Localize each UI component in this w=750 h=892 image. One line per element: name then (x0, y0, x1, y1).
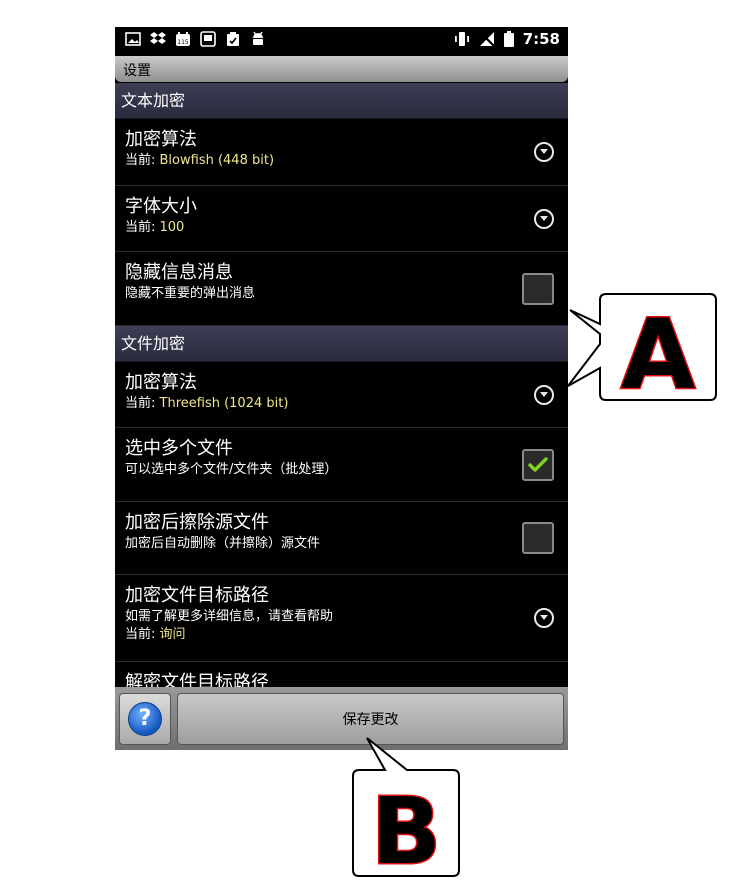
dropdown-arrow[interactable] (534, 384, 554, 405)
pref-title: 加密算法 (125, 129, 197, 150)
gallery-icon (200, 31, 216, 47)
title-bar: 设置 (115, 56, 568, 82)
pref-summary-prefix: 当前: (125, 153, 160, 168)
callout-a: A (567, 293, 717, 410)
no-signal-icon (478, 31, 495, 47)
pref-title: 字体大小 (125, 196, 197, 217)
chevron-down-icon (534, 208, 554, 229)
section-header-file-encryption: 文件加密 (115, 326, 568, 362)
pref-hide-messages[interactable]: 隐藏信息消息 隐藏不重要的弹出消息 (115, 252, 568, 326)
checkbox-checked[interactable] (522, 448, 554, 481)
notification-icons: 115 (125, 31, 266, 47)
dropdown-arrow[interactable] (534, 208, 554, 229)
settings-list[interactable]: 文本加密 加密算法 当前: Blowfish (448 bit) 字体大小 当前… (115, 83, 568, 687)
pref-current: 当前: 询问 (125, 626, 508, 644)
status-bar: 115 7:58 (115, 27, 568, 56)
bottom-bar: ? 保存更改 (115, 687, 568, 750)
screenshot-stage: 115 7:58 设置 文本加密 加密算法 当前: Blowfish (448 … (0, 0, 750, 892)
svg-text:115: 115 (177, 39, 189, 46)
callout-b: B (352, 737, 460, 880)
pref-summary: 当前: 100 (125, 219, 508, 237)
pref-text-algorithm[interactable]: 加密算法 当前: Blowfish (448 bit) (115, 119, 568, 186)
pref-value: Blowfish (448 bit) (159, 153, 275, 168)
checkbox-box (522, 448, 554, 481)
checkbox-unchecked[interactable] (522, 272, 554, 305)
pref-summary: 可以选中多个文件/文件夹（批处理） (125, 462, 338, 477)
pref-summary-prefix: 当前: (125, 220, 160, 235)
checkmark-icon (528, 456, 548, 472)
dropdown-arrow[interactable] (534, 608, 554, 628)
pref-title: 加密算法 (125, 372, 197, 393)
pref-file-algorithm[interactable]: 加密算法 当前: Threefish (1024 bit) (115, 362, 568, 428)
pref-title: 解密文件目标路径 (125, 672, 269, 687)
android-icon (253, 31, 263, 45)
pref-summary: 当前: Blowfish (448 bit) (125, 152, 508, 170)
pref-title: 加密文件目标路径 (125, 585, 269, 606)
help-button[interactable]: ? (119, 693, 171, 745)
pref-value: Threefish (1024 bit) (159, 396, 289, 411)
section-header-text-encryption: 文本加密 (115, 83, 568, 119)
image-icon (125, 32, 141, 46)
pref-value: 100 (159, 220, 185, 235)
pref-summary-prefix: 当前: (125, 396, 160, 411)
pref-summary-prefix: 当前: (125, 627, 160, 642)
pref-font-size[interactable]: 字体大小 当前: 100 (115, 186, 568, 252)
pref-summary: 加密后自动删除（并擦除）源文件 (125, 536, 321, 551)
system-icons: 7:58 (454, 30, 560, 48)
help-icon: ? (128, 702, 162, 736)
chevron-down-icon (534, 384, 554, 405)
phone-screen: 115 7:58 设置 文本加密 加密算法 当前: Blowfish (448 … (115, 27, 568, 750)
dropbox-icon (150, 32, 166, 44)
chevron-down-icon (534, 608, 554, 628)
pref-value: 询问 (159, 627, 186, 642)
calendar-icon: 115 (176, 32, 190, 46)
callout-b-label: B (371, 778, 441, 880)
pref-wipe-source[interactable]: 加密后擦除源文件 加密后自动删除（并擦除）源文件 (115, 502, 568, 575)
checkbox-box (522, 272, 554, 305)
page-title: 设置 (123, 63, 151, 79)
checkbox-box (522, 522, 554, 554)
pref-summary: 如需了解更多详细信息，请查看帮助 (125, 609, 334, 624)
dropdown-arrow[interactable] (534, 142, 554, 162)
pref-summary: 隐藏不重要的弹出消息 (125, 286, 256, 301)
clock: 7:58 (522, 30, 560, 48)
battery-icon (503, 31, 514, 47)
pref-encrypt-target-path[interactable]: 加密文件目标路径 如需了解更多详细信息，请查看帮助 当前: 询问 (115, 575, 568, 662)
pref-title: 选中多个文件 (125, 438, 233, 459)
checkbox-unchecked[interactable] (522, 522, 554, 554)
chevron-down-icon (534, 142, 554, 162)
clipboard-icon (227, 32, 239, 46)
pref-summary: 当前: Threefish (1024 bit) (125, 395, 508, 413)
pref-multi-select[interactable]: 选中多个文件 可以选中多个文件/文件夹（批处理） (115, 428, 568, 502)
pref-title: 隐藏信息消息 (125, 262, 233, 283)
pref-decrypt-target-path[interactable]: 解密文件目标路径 (115, 662, 568, 687)
pref-title: 加密后擦除源文件 (125, 512, 269, 533)
vibrate-icon (454, 32, 469, 46)
callout-a-label: A (621, 299, 695, 410)
